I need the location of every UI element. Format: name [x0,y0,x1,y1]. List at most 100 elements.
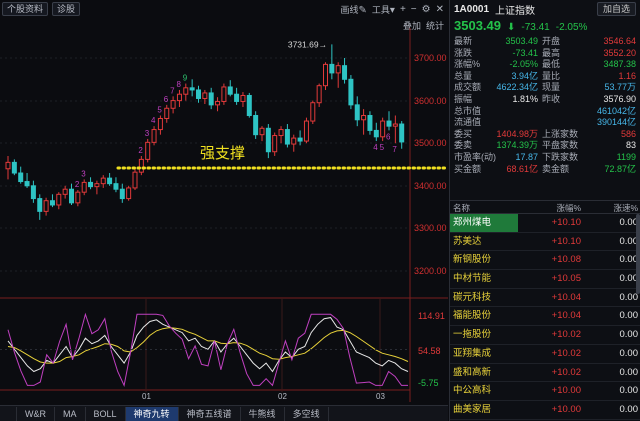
candle-body [56,193,62,206]
candle-body [62,188,68,195]
col-name[interactable]: 名称 [450,201,518,213]
quote-row: 涨幅% -2.05% 最低 3487.38 [454,59,636,71]
add-watchlist-button[interactable]: 加自选 [596,2,636,16]
table-row[interactable]: 福能股份 +10.04 0.00 [450,307,640,327]
stock-speed: 0.00 [619,403,639,415]
stock-change: +10.10 [551,217,581,228]
quote-label: 卖金额 [542,163,570,174]
candle-body [246,94,252,117]
nine-count-up: 3 [145,129,150,138]
stock-speed: 0.00 [619,310,639,322]
table-row[interactable]: 盛和高新 +10.02 0.00 [450,364,640,383]
kline-chart-area[interactable]: 个股资料 诊股 画线✎ 工具▾ + − ⚙ ✕ 叠加 统计 3700.00 360… [0,0,448,421]
quote-label: 市盈率(动) [454,151,496,162]
quote-row: 最新 3503.49 开盘 3546.64 [454,36,636,48]
stock-name: 盛和高新 [453,366,492,378]
candle-body [107,177,113,185]
quote-label: 现量 [542,82,561,93]
candle-body [234,93,240,102]
candle-body [81,181,87,193]
candle-body [227,86,233,95]
col-change[interactable]: 涨幅% [518,201,584,213]
indicator-tab[interactable]: 神奇九转 [125,406,179,421]
quote-value: 3552.20 [603,47,636,58]
candle-body [69,188,74,204]
down-arrow-icon: ⬇ [507,22,516,33]
table-row[interactable]: 中公高科 +10.00 0.00 [450,382,640,401]
price-tick-label: 3700.00 [414,53,447,63]
nine-count-down: 5 [380,143,385,152]
quote-value: 3.94亿 [511,70,538,81]
table-row[interactable]: 苏美达 +10.10 0.00 [450,233,640,252]
table-row[interactable]: 亚翔集成 +10.02 0.00 [450,345,640,364]
candle-body [183,87,189,95]
indicator-tab[interactable]: BOLL [86,406,126,421]
table-row[interactable]: 碳元科技 +10.04 0.00 [450,289,640,308]
quote-label: 委买 [454,128,473,139]
quote-value [482,106,542,118]
time-tick-label: 03 [376,392,385,401]
indicator-tab[interactable]: 牛熊线 [241,406,285,421]
quote-value: 4622.34亿 [496,82,538,93]
candle-body [100,177,106,185]
candle-body [291,137,297,145]
candle-body [43,200,49,212]
table-row[interactable]: 曲美家居 +10.00 0.00 [450,401,640,420]
table-row[interactable]: 郑州煤电 +10.10 0.00 [450,214,640,233]
nine-count-down: 7 [392,145,397,154]
candle-body [392,123,398,127]
candle-body [303,120,309,142]
candle-body [240,94,246,102]
quote-row: 涨跌 -73.41 最高 3552.20 [454,48,636,60]
table-row[interactable]: 中材节能 +10.05 0.00 [450,270,640,289]
stock-name: 苏美达 [453,235,482,247]
quote-header: 1A0001 上证指数 加自选 [450,0,640,18]
quote-label [542,106,578,118]
quote-label: 涨幅% [454,59,481,70]
candle-body [265,127,271,153]
indicator-tick-label: 54.58 [418,346,441,356]
quote-label: 买金额 [454,163,482,174]
price-change-pct: -2.05% [555,22,588,33]
candle-body [49,200,55,206]
candle-body [18,172,24,183]
candle-body [361,115,367,121]
indicator-tab[interactable]: 多空线 [285,406,329,421]
candle-body [170,100,176,109]
nine-count-up: 5 [157,106,162,115]
time-tick-label: 01 [142,392,151,401]
stock-speed: 0.00 [619,366,639,378]
indicator-tab[interactable]: 神奇五线谱 [179,406,241,421]
indicator-tab[interactable] [0,406,17,421]
stock-change: +10.08 [551,254,581,266]
candle-body [196,89,201,99]
indicator-tab[interactable]: MA [55,406,86,421]
stock-name: 一拖股份 [453,329,492,341]
quote-label: 委卖 [454,140,473,151]
candle-body [88,181,94,188]
quote-label: 开盘 [542,36,561,46]
quote-value: -73.41 [512,47,538,58]
quote-value: -2.05% [509,59,538,70]
indicator-tab[interactable]: W&R [17,406,55,421]
stock-speed: 0.00 [619,385,639,397]
candle-body [138,158,144,173]
quote-value: 53.77万 [604,82,636,93]
quote-row: 市盈率(动) 17.87 下跌家数 1199 [454,152,636,164]
nine-count-early: 3 [81,169,86,178]
candle-body [11,161,17,174]
indicator-tick-label: 114.91 [418,311,445,321]
candle-body [75,191,81,204]
table-row[interactable]: 一拖股份 +10.02 0.00 [450,326,640,345]
quote-label: 最低 [542,59,561,70]
quote-value: 586 [620,128,636,139]
kline-svg: 3700.00 3600.00 3500.00 3400.00 3300.00 3200.… [0,28,448,402]
candle-body [157,117,163,131]
quote-label: 上涨家数 [542,128,579,139]
col-speed[interactable]: 涨速% [584,201,640,213]
stock-change: +10.02 [551,329,581,341]
table-row[interactable]: 新钢股份 +10.08 0.00 [450,251,640,271]
quote-label: 涨跌 [454,47,473,58]
scrollbar[interactable] [636,214,640,294]
candle-body [164,107,170,119]
